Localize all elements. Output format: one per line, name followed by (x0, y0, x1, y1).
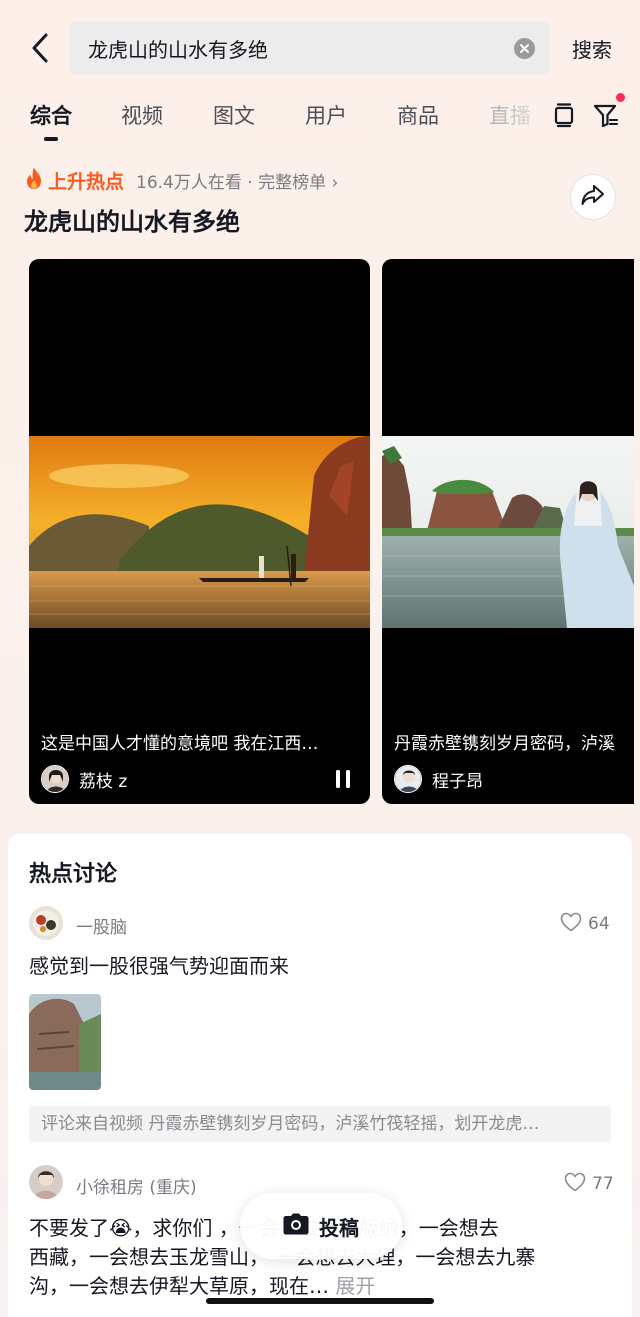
active-tab-indicator (44, 137, 58, 141)
camera-icon (283, 1213, 309, 1239)
avatar[interactable] (394, 765, 422, 793)
expand-link[interactable]: 展开 (335, 1274, 375, 1298)
video-card-1[interactable]: 这是中国人才懂的意境吧 我在江西… 荔枝 z (29, 259, 370, 804)
video-author[interactable]: 荔枝 z (41, 765, 127, 793)
flame-icon (24, 166, 44, 194)
home-indicator[interactable] (206, 1298, 434, 1304)
comment-image[interactable] (29, 994, 101, 1090)
comment-username[interactable]: 小徐租房 (重庆) (76, 1173, 197, 1198)
video-caption: 这是中国人才懂的意境吧 我在江西… (41, 734, 319, 754)
share-icon (580, 183, 606, 211)
heart-icon (564, 1172, 586, 1196)
search-query-text[interactable]: 龙虎山的山水有多绝 (88, 34, 268, 63)
video-caption: 丹霞赤壁镌刻岁月密码，泸溪 (394, 734, 615, 754)
hot-topic-row[interactable]: 上升热点 16.4万人在看 · 完整榜单 › (24, 166, 338, 194)
comment-username[interactable]: 一股脑 (76, 913, 127, 938)
like-button[interactable]: 77 (564, 1172, 614, 1196)
video-thumbnail-sunset-river (29, 436, 370, 628)
hot-topic-title[interactable]: 龙虎山的山水有多绝 (24, 202, 240, 237)
search-submit-button[interactable]: 搜索 (572, 34, 612, 63)
tab-fade-overlay (500, 96, 546, 140)
section-title: 热点讨论 (29, 862, 118, 887)
tab-image-text[interactable]: 图文 (213, 100, 255, 130)
tab-goods[interactable]: 商品 (397, 100, 439, 130)
video-author-name[interactable]: 荔枝 z (79, 767, 127, 792)
like-button[interactable]: 64 (560, 912, 610, 936)
video-author[interactable]: 程子昂 (394, 765, 483, 793)
share-button[interactable] (570, 174, 616, 220)
layout-toggle-icon[interactable] (549, 100, 579, 130)
tab-video[interactable]: 视频 (121, 100, 163, 130)
comment-text-line-end: 沟，一会想去伊犁大草原，现在… (29, 1274, 329, 1298)
like-count: 64 (588, 914, 610, 934)
post-button-label: 投稿 (319, 1215, 359, 1240)
hot-topic-views[interactable]: 16.4万人在看 · 完整榜单 › (136, 168, 338, 193)
avatar[interactable] (29, 1165, 63, 1199)
clear-search-icon[interactable] (514, 38, 535, 59)
tab-user[interactable]: 用户 (305, 100, 347, 130)
comment-text: 感觉到一股很强气势迎面而来 (29, 954, 289, 978)
category-tabs: 综合 视频 图文 用户 商品 直播 (0, 96, 640, 146)
post-button[interactable]: 投稿 (240, 1193, 402, 1259)
search-input[interactable]: 龙虎山的山水有多绝 (70, 22, 550, 74)
avatar[interactable] (29, 906, 63, 940)
heart-icon (560, 912, 582, 936)
filter-icon[interactable] (591, 100, 621, 130)
avatar[interactable] (41, 765, 69, 793)
comment-text-line: 沟，一会想去伊犁大草原，现在… 展开 (29, 1272, 535, 1301)
comment-source-video[interactable]: 评论来自视频 丹霞赤壁镌刻岁月密码，泸溪竹筏轻摇，划开龙虎… (29, 1106, 611, 1142)
pause-icon[interactable] (334, 769, 352, 789)
tab-comprehensive[interactable]: 综合 (30, 100, 72, 130)
video-author-name[interactable]: 程子昂 (432, 767, 483, 792)
video-thumbnail-river-woman (382, 436, 634, 628)
notification-dot (616, 93, 625, 102)
video-card-2[interactable]: 丹霞赤壁镌刻岁月密码，泸溪 程子昂 (382, 259, 634, 804)
search-header: 龙虎山的山水有多绝 搜索 (0, 0, 640, 90)
back-arrow-icon[interactable] (20, 26, 60, 70)
like-count: 77 (592, 1174, 614, 1194)
hot-topic-badge: 上升热点 (48, 170, 125, 193)
